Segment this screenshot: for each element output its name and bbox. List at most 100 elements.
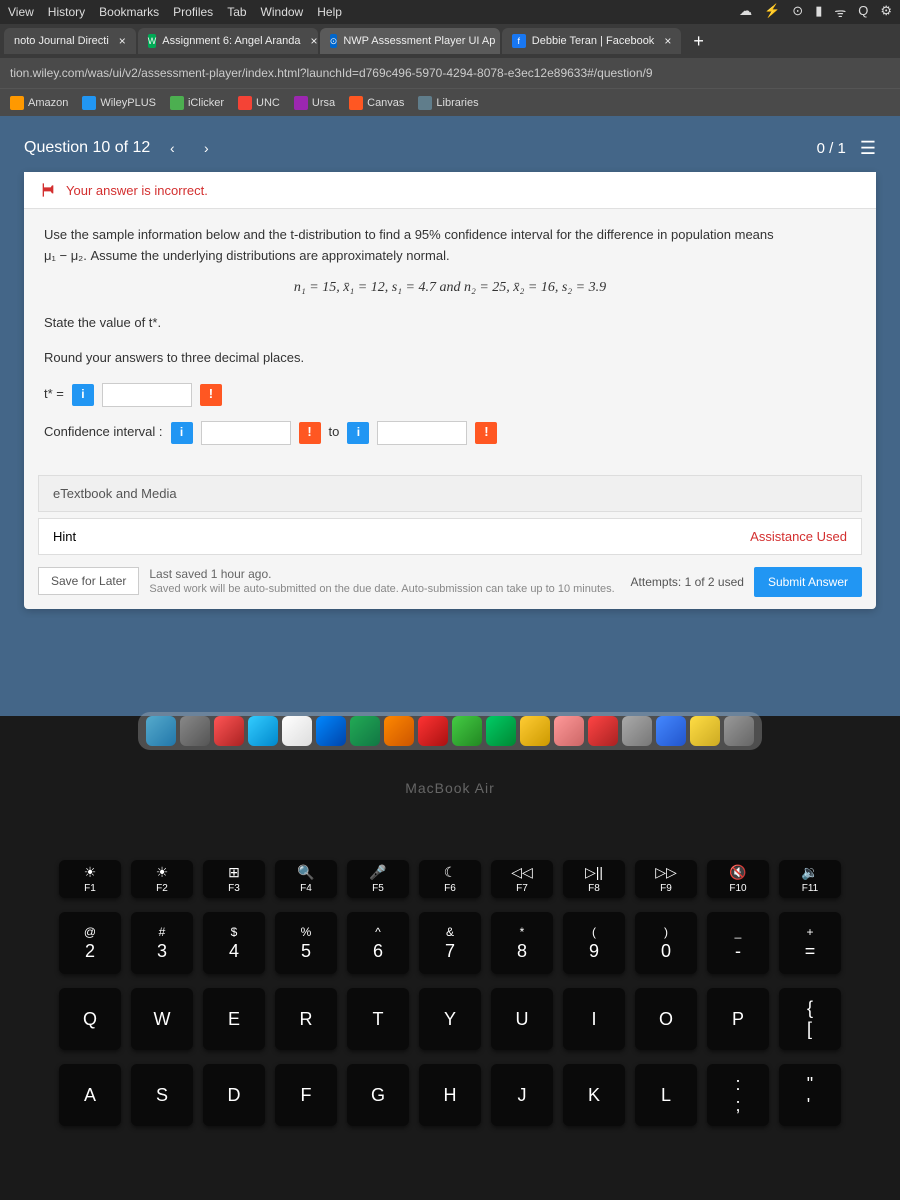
key-e[interactable]: E — [203, 988, 265, 1050]
save-for-later-button[interactable]: Save for Later — [38, 567, 139, 595]
dock-app-icon[interactable] — [146, 716, 176, 746]
key--[interactable]: _- — [707, 912, 769, 974]
close-icon[interactable]: × — [664, 34, 671, 48]
bookmark-amazon[interactable]: Amazon — [10, 96, 68, 110]
key-f5[interactable]: 🎤F5 — [347, 860, 409, 898]
key-w[interactable]: W — [131, 988, 193, 1050]
dock-app-icon[interactable] — [316, 716, 346, 746]
key-7[interactable]: &7 — [419, 912, 481, 974]
dock-app-icon[interactable] — [622, 716, 652, 746]
key-h[interactable]: H — [419, 1064, 481, 1126]
etextbook-button[interactable]: eTextbook and Media — [38, 475, 862, 512]
ci-upper-input[interactable] — [377, 421, 467, 445]
key-t[interactable]: T — [347, 988, 409, 1050]
menu-bookmarks[interactable]: Bookmarks — [99, 5, 159, 19]
key-o[interactable]: O — [635, 988, 697, 1050]
key-2[interactable]: @2 — [59, 912, 121, 974]
dock-app-icon[interactable] — [180, 716, 210, 746]
close-icon[interactable]: × — [311, 34, 318, 48]
menu-history[interactable]: History — [48, 5, 85, 19]
menu-view[interactable]: View — [8, 5, 34, 19]
key-f10[interactable]: 🔇F10 — [707, 860, 769, 898]
menu-profiles[interactable]: Profiles — [173, 5, 213, 19]
key-g[interactable]: G — [347, 1064, 409, 1126]
status-wifi-icon[interactable]: ᯤ — [834, 3, 846, 21]
key-[interactable]: " ' — [779, 1064, 841, 1126]
key-j[interactable]: J — [491, 1064, 553, 1126]
key-f2[interactable]: ☀F2 — [131, 860, 193, 898]
key-3[interactable]: #3 — [131, 912, 193, 974]
key-5[interactable]: %5 — [275, 912, 337, 974]
dock-app-icon[interactable] — [724, 716, 754, 746]
key-y[interactable]: Y — [419, 988, 481, 1050]
dock-app-icon[interactable] — [452, 716, 482, 746]
key-f9[interactable]: ▷▷F9 — [635, 860, 697, 898]
hint-button[interactable]: Hint — [53, 529, 76, 544]
tab-assignment[interactable]: W Assignment 6: Angel Aranda × — [138, 28, 318, 54]
prev-question-button[interactable]: ‹ — [160, 136, 184, 160]
status-record-icon[interactable]: ⊙ — [792, 3, 803, 21]
dock-app-icon[interactable] — [690, 716, 720, 746]
bookmark-libraries[interactable]: Libraries — [418, 96, 478, 110]
bookmark-wileyplus[interactable]: WileyPLUS — [82, 96, 156, 110]
key-4[interactable]: $4 — [203, 912, 265, 974]
dock-app-icon[interactable] — [214, 716, 244, 746]
key-q[interactable]: Q — [59, 988, 121, 1050]
key-f11[interactable]: 🔉F11 — [779, 860, 841, 898]
key-p[interactable]: P — [707, 988, 769, 1050]
status-control-icon[interactable]: ⚙ — [880, 3, 892, 21]
close-icon[interactable]: × — [119, 34, 126, 48]
key-k[interactable]: K — [563, 1064, 625, 1126]
dock-app-icon[interactable] — [520, 716, 550, 746]
key-6[interactable]: ^6 — [347, 912, 409, 974]
key-u[interactable]: U — [491, 988, 553, 1050]
dock-app-icon[interactable] — [554, 716, 584, 746]
dock-app-icon[interactable] — [418, 716, 448, 746]
key-f1[interactable]: ☀F1 — [59, 860, 121, 898]
dock-app-icon[interactable] — [384, 716, 414, 746]
key-s[interactable]: S — [131, 1064, 193, 1126]
dock-app-icon[interactable] — [656, 716, 686, 746]
key-f4[interactable]: 🔍F4 — [275, 860, 337, 898]
ci-lower-input[interactable] — [201, 421, 291, 445]
dock-app-icon[interactable] — [282, 716, 312, 746]
menu-help[interactable]: Help — [317, 5, 342, 19]
bookmark-canvas[interactable]: Canvas — [349, 96, 404, 110]
key-8[interactable]: *8 — [491, 912, 553, 974]
menu-window[interactable]: Window — [261, 5, 304, 19]
info-icon[interactable]: i — [171, 422, 193, 444]
bookmark-unc[interactable]: UNC — [238, 96, 280, 110]
submit-answer-button[interactable]: Submit Answer — [754, 567, 862, 597]
menu-tab[interactable]: Tab — [227, 5, 246, 19]
url-bar[interactable]: tion.wiley.com/was/ui/v2/assessment-play… — [0, 58, 900, 88]
key-a[interactable]: A — [59, 1064, 121, 1126]
new-tab-button[interactable]: + — [683, 31, 714, 52]
key-f6[interactable]: ☾F6 — [419, 860, 481, 898]
key-=[interactable]: += — [779, 912, 841, 974]
key-l[interactable]: L — [635, 1064, 697, 1126]
menu-icon[interactable]: ☰ — [860, 138, 876, 159]
key-d[interactable]: D — [203, 1064, 265, 1126]
info-icon[interactable]: i — [347, 422, 369, 444]
status-bluetooth-icon[interactable]: ⚡ — [764, 3, 780, 21]
key-r[interactable]: R — [275, 988, 337, 1050]
tab-journal[interactable]: noto Journal Directi × — [4, 28, 136, 54]
info-icon[interactable]: i — [72, 384, 94, 406]
key-9[interactable]: (9 — [563, 912, 625, 974]
tab-assessment[interactable]: ⊙ NWP Assessment Player UI Ap × — [320, 28, 500, 54]
key-[interactable]: { [ — [779, 988, 841, 1050]
key-f7[interactable]: ◁◁F7 — [491, 860, 553, 898]
tstar-input[interactable] — [102, 383, 192, 407]
key-f[interactable]: F — [275, 1064, 337, 1126]
key-i[interactable]: I — [563, 988, 625, 1050]
key-f8[interactable]: ▷||F8 — [563, 860, 625, 898]
status-cloud-icon[interactable]: ☁ — [739, 3, 752, 21]
next-question-button[interactable]: › — [194, 136, 218, 160]
status-battery-icon[interactable]: ▮ — [815, 3, 822, 21]
dock-app-icon[interactable] — [486, 716, 516, 746]
key-[interactable]: : ; — [707, 1064, 769, 1126]
dock-app-icon[interactable] — [248, 716, 278, 746]
key-f3[interactable]: ⊞F3 — [203, 860, 265, 898]
bookmark-ursa[interactable]: Ursa — [294, 96, 335, 110]
bookmark-iclicker[interactable]: iClicker — [170, 96, 224, 110]
